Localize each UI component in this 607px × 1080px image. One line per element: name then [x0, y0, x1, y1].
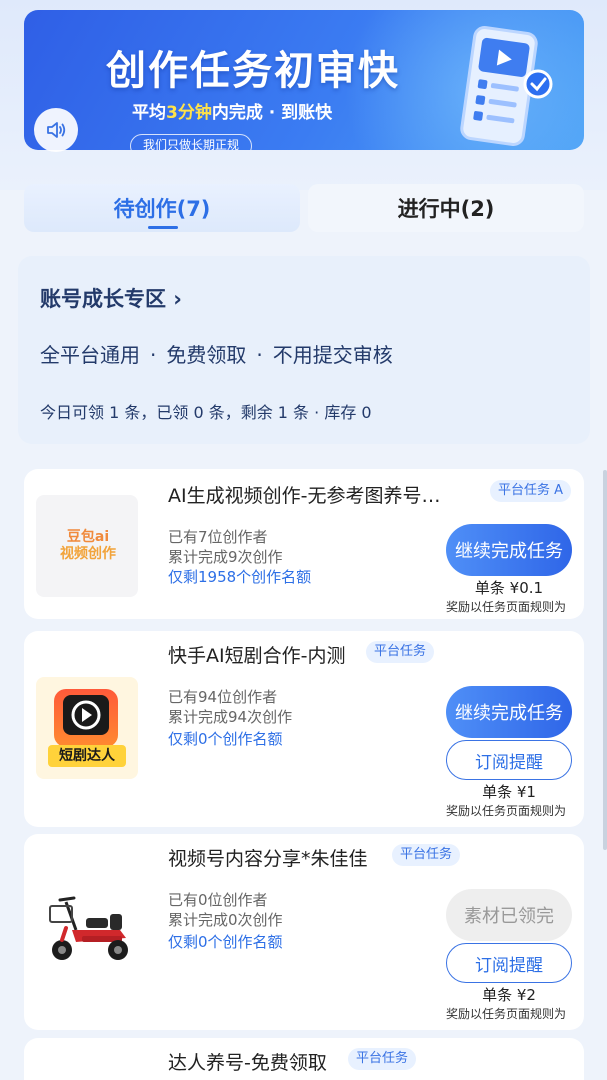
- continue-task-button[interactable]: 继续完成任务: [446, 524, 572, 576]
- task-card[interactable]: 豆包ai 视频创作 AI生成视频创作-无参考图养号… 平台任务 A 已有7位创作…: [24, 469, 584, 619]
- creator-count: 已有94位创作者: [168, 688, 278, 706]
- completed-count: 累计完成0次创作: [168, 911, 283, 929]
- reward-note: 奖励以任务页面规则为: [446, 804, 567, 818]
- banner-pill: 我们只做长期正规: [130, 134, 253, 150]
- remaining-quota: 仅剩1958个创作名额: [168, 568, 312, 586]
- tab-pending[interactable]: 待创作(7): [24, 184, 300, 232]
- platform-task-tag: 平台任务 A: [490, 480, 572, 502]
- task-card[interactable]: 达人养号-免费领取 平台任务: [24, 1038, 584, 1080]
- thumbnail-text-line: 豆包ai: [66, 529, 110, 545]
- account-growth-section: 账号成长专区 › 全平台通用 · 免费领取 · 不用提交审核 今日可领 1 条，已领 0…: [18, 256, 590, 444]
- task-thumbnail: [36, 880, 138, 982]
- task-thumbnail: 豆包ai 视频创作: [36, 495, 138, 597]
- promo-banner[interactable]: 创作任务初审快 平均3分钟内完成 · 到账快 我们只做长期正规: [24, 10, 584, 150]
- feature-separator: ·: [256, 343, 263, 367]
- tab-in-progress[interactable]: 进行中(2): [308, 184, 584, 232]
- reward-note: 奖励以任务页面规则为: [446, 600, 567, 614]
- play-icon: [63, 695, 109, 735]
- platform-task-tag: 平台任务: [348, 1048, 417, 1070]
- creator-count: 已有0位创作者: [168, 891, 268, 909]
- completed-count: 累计完成9次创作: [168, 548, 283, 566]
- task-price: 单条 ¥1: [482, 783, 536, 801]
- platform-task-tag: 平台任务: [392, 844, 461, 866]
- banner-subtitle-prefix: 平均: [132, 103, 166, 123]
- reward-note: 奖励以任务页面规则为: [446, 1007, 567, 1021]
- task-price: 单条 ¥2: [482, 986, 536, 1004]
- subscribe-reminder-button[interactable]: 订阅提醒: [446, 943, 572, 983]
- platform-task-tag: 平台任务: [366, 641, 435, 663]
- feature-separator: ·: [150, 343, 157, 367]
- electric-tricycle-image: [49, 896, 128, 960]
- feature-item: 全平台通用: [40, 343, 140, 367]
- continue-task-button[interactable]: 继续完成任务: [446, 686, 572, 738]
- remaining-quota: 仅剩0个创作名额: [168, 933, 283, 951]
- growth-features: 全平台通用 · 免费领取 · 不用提交审核: [40, 339, 393, 368]
- phone-checklist-illustration: [460, 26, 553, 146]
- speaker-button[interactable]: [34, 108, 78, 152]
- task-title: 视频号内容分享*朱佳佳: [168, 848, 368, 870]
- banner-subtitle-highlight: 3分钟: [166, 103, 212, 123]
- subscribe-reminder-button[interactable]: 订阅提醒: [446, 740, 572, 780]
- feature-item: 免费领取: [166, 343, 247, 367]
- speaker-icon: [47, 122, 66, 138]
- active-tab-indicator: [148, 226, 178, 229]
- remaining-quota: 仅剩0个创作名额: [168, 730, 283, 748]
- task-card[interactable]: 视频号内容分享*朱佳佳 平台任务 已有0位创作者 累计完成0次创作 仅剩0个创作…: [24, 834, 584, 1030]
- material-claimed-button: 素材已领完: [446, 889, 572, 941]
- banner-subtitle: 平均3分钟内完成 · 到账快: [132, 98, 332, 123]
- growth-section-title[interactable]: 账号成长专区 ›: [40, 283, 182, 313]
- thumbnail-text-line: 视频创作: [60, 546, 116, 562]
- task-title: AI生成视频创作-无参考图养号…: [168, 485, 441, 507]
- task-thumbnail: 短剧达人: [36, 677, 138, 779]
- feature-item: 不用提交审核: [272, 343, 393, 367]
- completed-count: 累计完成94次创作: [168, 708, 293, 726]
- thumbnail-label: 短剧达人: [48, 745, 126, 767]
- task-card[interactable]: 短剧达人 快手AI短剧合作-内测 平台任务 已有94位创作者 累计完成94次创作…: [24, 631, 584, 827]
- task-title: 快手AI短剧合作-内测: [168, 645, 346, 667]
- growth-stats: 今日可领 1 条，已领 0 条，剩余 1 条 · 库存 0: [40, 403, 372, 422]
- banner-subtitle-suffix: 内完成 · 到账快: [211, 103, 333, 123]
- scrollbar[interactable]: [603, 470, 607, 850]
- creator-count: 已有7位创作者: [168, 528, 268, 546]
- thumbnail-logo-text: 豆包ai 视频创作: [48, 529, 128, 563]
- task-price: 单条 ¥0.1: [474, 579, 544, 597]
- app-logo: [54, 689, 118, 747]
- banner-title: 创作任务初审快: [106, 48, 400, 94]
- task-title: 达人养号-免费领取: [168, 1052, 327, 1074]
